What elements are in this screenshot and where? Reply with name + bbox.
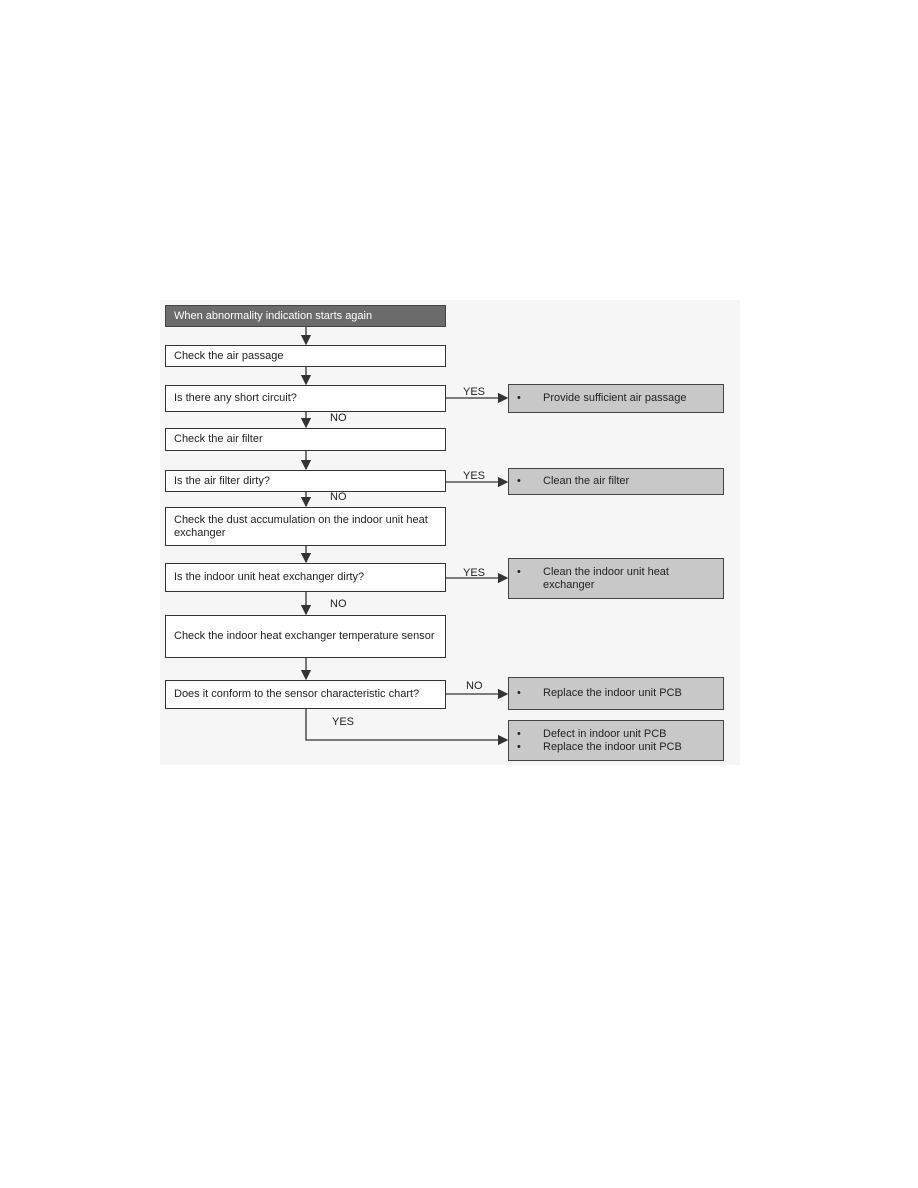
yes-label: YES [463,386,486,398]
bullet: • [517,392,521,404]
action-text: Replace the indoor unit PCB [543,687,682,699]
action-box: • Provide sufficient air passage [508,384,724,413]
action-box: • Replace the indoor unit PCB [508,677,724,710]
bullet: • [517,727,521,740]
page: When abnormality indication starts again… [0,0,918,1188]
action-box: • Clean the air filter [508,468,724,495]
action-text: Provide sufficient air passage [543,392,687,404]
step-box: Check the indoor heat exchanger temperat… [165,615,446,658]
no-label: NO [330,598,347,610]
action-text: Defect in indoor unit PCB [543,727,667,740]
yes-label: YES [463,567,486,579]
decision-box: Is the air filter dirty? [165,470,446,492]
step-box: Check the air passage [165,345,446,367]
yes-label: YES [332,716,355,728]
action-box: • Defect in indoor unit PCB • Replace the … [508,720,724,761]
bullet: • [517,740,521,753]
action-text: Replace the indoor unit PCB [543,740,682,753]
bullet: • [517,565,521,578]
action-text: Clean the indoor unit heat exchanger [543,565,669,591]
no-label: NO [330,491,347,503]
bullet: • [517,475,521,487]
decision-box: Does it conform to the sensor characteri… [165,680,446,709]
step-box: Check the air filter [165,428,446,451]
no-label: NO [466,680,483,692]
start-box: When abnormality indication starts again [165,305,446,327]
action-box: • Clean the indoor unit heat exchanger [508,558,724,599]
bullet: • [517,687,521,699]
no-label: NO [330,412,347,424]
connectors [300,326,509,746]
decision-box: Is the indoor unit heat exchanger dirty? [165,563,446,592]
action-text: Clean the air filter [543,475,630,487]
step-box: Check the dust accumulation on the indoo… [165,507,446,546]
decision-box: Is there any short circuit? [165,385,446,412]
yes-label: YES [463,470,486,482]
